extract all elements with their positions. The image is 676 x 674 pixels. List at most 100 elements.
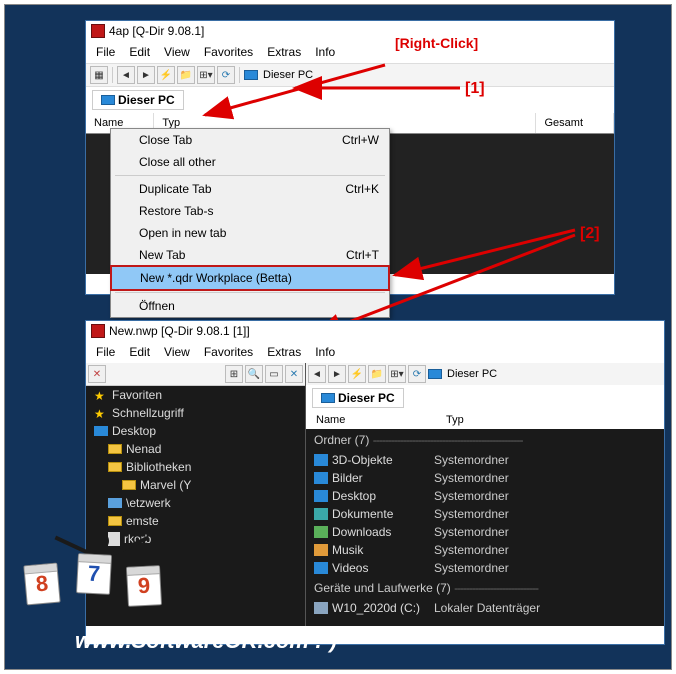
tree-item-label: emste — [126, 514, 159, 528]
bolt-icon[interactable]: ⚡ — [348, 365, 366, 383]
file-name: W10_2020d (C:) — [332, 601, 420, 615]
tree-item[interactable]: \etzwerk — [86, 494, 305, 512]
menu-info[interactable]: Info — [309, 43, 341, 61]
pane-icon[interactable]: ▭ — [265, 365, 283, 383]
cm-restore-tabs[interactable]: Restore Tab-s — [111, 200, 389, 222]
folder-icon — [122, 480, 136, 490]
menu-favorites[interactable]: Favorites — [198, 43, 259, 61]
menu-view[interactable]: View — [158, 343, 196, 361]
file-row[interactable]: DesktopSystemordner — [306, 487, 664, 505]
folder-up-icon[interactable]: 📁 — [177, 66, 195, 84]
views-dropdown-icon[interactable]: ⊞▾ — [388, 365, 406, 383]
group-laufwerke[interactable]: Geräte und Laufwerke (7) ---------------… — [306, 577, 664, 599]
file-icon — [314, 508, 328, 520]
back-icon[interactable]: ◄ — [308, 365, 326, 383]
folder-icon — [108, 444, 122, 454]
tree-item[interactable]: Bibliotheken — [86, 458, 305, 476]
menu-favorites[interactable]: Favorites — [198, 343, 259, 361]
tree-item-label: Desktop — [112, 424, 156, 438]
file-row[interactable]: MusikSystemordner — [306, 541, 664, 559]
tree-item[interactable]: Desktop — [86, 422, 305, 440]
menu-extras[interactable]: Extras — [261, 43, 307, 61]
tree-item[interactable]: ★Schnellzugriff — [86, 404, 305, 422]
file-name: 3D-Objekte — [332, 453, 393, 467]
file-row[interactable]: W10_2020d (C:) Lokaler Datenträger — [306, 599, 664, 617]
right-toolbar: ◄ ► ⚡ 📁 ⊞▾ ⟳ Dieser PC — [306, 363, 664, 385]
file-row[interactable]: DownloadsSystemordner — [306, 523, 664, 541]
file-row[interactable]: VideosSystemordner — [306, 559, 664, 577]
col-name[interactable]: Name — [306, 411, 436, 429]
file-type: Lokaler Datenträger — [434, 601, 540, 615]
menu-edit[interactable]: Edit — [123, 43, 156, 61]
tree-item[interactable]: emste — [86, 512, 305, 530]
tree-item[interactable]: Nenad — [86, 440, 305, 458]
tree-item[interactable]: ★Favoriten — [86, 386, 305, 404]
tree-item-label: Marvel (Y — [140, 478, 191, 492]
folder-icon — [108, 516, 122, 526]
tree-item-label: Bibliotheken — [126, 460, 191, 474]
tab-dieser-pc[interactable]: Dieser PC — [92, 90, 184, 110]
cm-close-tab[interactable]: Close TabCtrl+W — [111, 129, 389, 151]
cm-duplicate-tab[interactable]: Duplicate TabCtrl+K — [111, 178, 389, 200]
file-icon — [314, 454, 328, 466]
annotation-right-click: [Right-Click] — [395, 35, 478, 51]
group-ordner[interactable]: Ordner (7) -----------------------------… — [306, 429, 664, 451]
tab-label: Dieser PC — [118, 93, 175, 107]
menu-view[interactable]: View — [158, 43, 196, 61]
menu-file[interactable]: File — [90, 343, 121, 361]
back-icon[interactable]: ◄ — [117, 66, 135, 84]
tree-item[interactable]: rkorb — [86, 530, 305, 548]
cm-open[interactable]: Öffnen — [111, 295, 389, 317]
cm-new-qdr-workplace[interactable]: New *.qdr Workplace (Betta) — [110, 265, 390, 291]
mascot-head — [91, 532, 109, 550]
folder-icon — [108, 462, 122, 472]
tree-item[interactable]: Marvel (Y — [86, 476, 305, 494]
folder-up-icon[interactable]: 📁 — [368, 365, 386, 383]
pc-icon — [244, 70, 258, 80]
file-type: Systemordner — [434, 543, 509, 557]
pc-icon — [321, 393, 335, 403]
file-type: Systemordner — [434, 471, 509, 485]
bolt-icon[interactable]: ⚡ — [157, 66, 175, 84]
tree-item-label: Favoriten — [112, 388, 162, 402]
mascot: 8 7 9 — [15, 554, 205, 624]
cm-close-all-other[interactable]: Close all other — [111, 151, 389, 173]
layout-icon[interactable]: ⊞ — [225, 365, 243, 383]
menu-info[interactable]: Info — [309, 343, 341, 361]
menu-file[interactable]: File — [90, 43, 121, 61]
separator — [239, 67, 240, 83]
layout-icon[interactable]: ▦ — [90, 66, 108, 84]
file-type: Systemordner — [434, 453, 509, 467]
cm-open-new-tab[interactable]: Open in new tab — [111, 222, 389, 244]
col-gesamt[interactable]: Gesamt — [536, 113, 614, 133]
file-row[interactable]: 3D-Objekte Systemordner — [306, 451, 664, 469]
close-pane-icon[interactable]: ✕ — [285, 365, 303, 383]
search-icon[interactable]: 🔍 — [245, 365, 263, 383]
file-icon — [314, 490, 328, 502]
forward-icon[interactable]: ► — [137, 66, 155, 84]
forward-icon[interactable]: ► — [328, 365, 346, 383]
file-row[interactable]: BilderSystemordner — [306, 469, 664, 487]
menubar-1: File Edit View Favorites Extras Info — [86, 41, 614, 63]
refresh-icon[interactable]: ⟳ — [408, 365, 426, 383]
cm-new-tab[interactable]: New TabCtrl+T — [111, 244, 389, 266]
col-typ[interactable]: Typ — [436, 411, 474, 429]
tool-icon[interactable]: ✕ — [88, 365, 106, 383]
tab-bar-1: Dieser PC — [86, 87, 614, 113]
file-name: Downloads — [332, 525, 391, 539]
tab-dieser-pc-2[interactable]: Dieser PC — [312, 388, 404, 408]
titlebar-1[interactable]: 4ap [Q-Dir 9.08.1] — [86, 21, 614, 41]
window-title-2: New.nwp [Q-Dir 9.08.1 [1]] — [109, 324, 250, 338]
pc-icon — [101, 95, 115, 105]
menu-edit[interactable]: Edit — [123, 343, 156, 361]
views-dropdown-icon[interactable]: ⊞▾ — [197, 66, 215, 84]
titlebar-2[interactable]: New.nwp [Q-Dir 9.08.1 [1]] — [86, 321, 664, 341]
file-icon — [314, 562, 328, 574]
annotation-2: [2] — [580, 225, 600, 243]
menu-extras[interactable]: Extras — [261, 343, 307, 361]
refresh-icon[interactable]: ⟳ — [217, 66, 235, 84]
address-text-2[interactable]: Dieser PC — [447, 368, 497, 380]
file-row[interactable]: DokumenteSystemordner — [306, 505, 664, 523]
address-text[interactable]: Dieser PC — [263, 69, 313, 81]
file-icon — [314, 472, 328, 484]
